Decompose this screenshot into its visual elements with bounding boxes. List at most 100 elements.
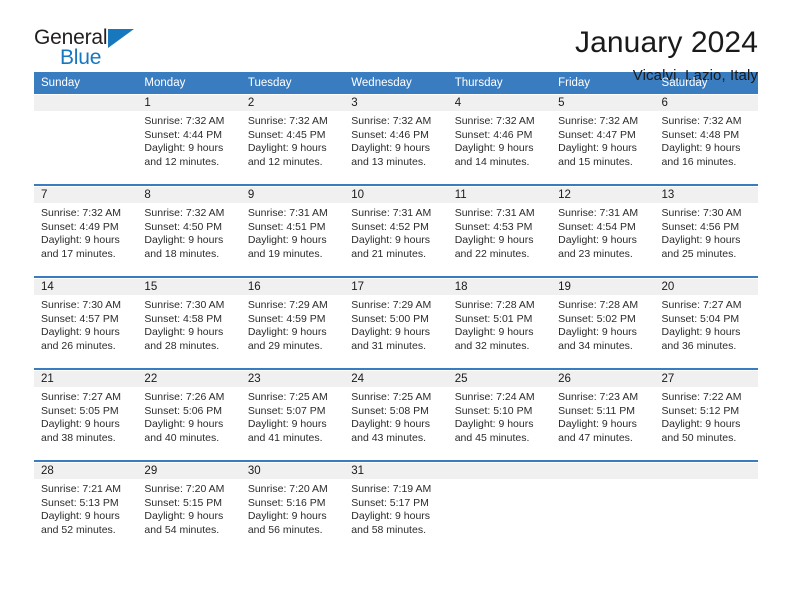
day-cell-inner	[551, 463, 655, 552]
calendar-day-cell[interactable]: 19 Sunrise: 7:28 AM Sunset: 5:02 PM Dayligh…	[551, 278, 655, 368]
calendar-day-cell[interactable]: 3 Sunrise: 7:32 AM Sunset: 4:46 PM Daylight…	[344, 94, 448, 184]
daylight-text: and 16 minutes.	[661, 155, 737, 168]
calendar-day-cell[interactable]: 31 Sunrise: 7:19 AM Sunset: 5:17 PM Dayligh…	[344, 462, 448, 552]
daylight-text: and 54 minutes.	[144, 523, 220, 536]
day-number: 3	[344, 95, 448, 111]
day-number: 16	[240, 279, 345, 295]
daylight-text: and 41 minutes.	[247, 431, 323, 444]
month-calendar: Sunday Monday Tuesday Wednesday Thursday…	[34, 72, 758, 552]
day-details: Sunrise: 7:27 AM Sunset: 5:04 PM Daylight:…	[655, 295, 758, 353]
day-cell-inner: 28 Sunrise: 7:21 AM Sunset: 5:13 PM Dayligh…	[34, 463, 138, 552]
sunrise-text: Sunrise: 7:27 AM	[41, 391, 121, 403]
calendar-day-cell[interactable]: 23 Sunrise: 7:25 AM Sunset: 5:07 PM Dayligh…	[240, 370, 345, 460]
calendar-day-cell[interactable]: 20 Sunrise: 7:27 AM Sunset: 5:04 PM Dayligh…	[654, 278, 758, 368]
day-cell-inner: 2 Sunrise: 7:32 AM Sunset: 4:45 PM Daylight…	[240, 95, 345, 184]
calendar-day-cell[interactable]: 10 Sunrise: 7:31 AM Sunset: 4:52 PM Dayligh…	[344, 186, 448, 276]
calendar-day-cell[interactable]: 11 Sunrise: 7:31 AM Sunset: 4:53 PM Dayligh…	[447, 186, 552, 276]
calendar-day-cell[interactable]: 7 Sunrise: 7:32 AM Sunset: 4:49 PM Daylight…	[34, 186, 138, 276]
calendar-day-cell[interactable]: 28 Sunrise: 7:21 AM Sunset: 5:13 PM Dayligh…	[34, 462, 138, 552]
day-number: 17	[344, 279, 448, 295]
day-details: Sunrise: 7:31 AM Sunset: 4:53 PM Daylight:…	[448, 203, 551, 261]
day-cell-inner: 5 Sunrise: 7:32 AM Sunset: 4:47 PM Daylight…	[551, 95, 655, 184]
sunset-text: Sunset: 4:48 PM	[661, 128, 740, 141]
weekday-header-tuesday: Tuesday	[240, 72, 345, 95]
calendar-day-cell[interactable]: 13 Sunrise: 7:30 AM Sunset: 4:56 PM Dayligh…	[654, 186, 758, 276]
sunrise-text: Sunrise: 7:28 AM	[454, 299, 535, 311]
calendar-week-row: 28 Sunrise: 7:21 AM Sunset: 5:13 PM Dayligh…	[34, 462, 758, 552]
day-details: Sunrise: 7:32 AM Sunset: 4:49 PM Daylight:…	[34, 203, 137, 261]
calendar-day-cell[interactable]: 25 Sunrise: 7:24 AM Sunset: 5:10 PM Dayligh…	[447, 370, 552, 460]
sunset-text: Sunset: 5:07 PM	[247, 404, 326, 417]
calendar-day-cell[interactable]: 15 Sunrise: 7:30 AM Sunset: 4:58 PM Dayligh…	[137, 278, 241, 368]
calendar-day-cell[interactable]: 26 Sunrise: 7:23 AM Sunset: 5:11 PM Dayligh…	[551, 370, 655, 460]
sunset-text: Sunset: 4:58 PM	[144, 312, 223, 325]
sunrise-text: Sunrise: 7:32 AM	[41, 207, 121, 219]
day-number: 31	[344, 463, 448, 479]
day-number: 4	[447, 95, 552, 111]
sunset-text: Sunset: 5:06 PM	[144, 404, 223, 417]
sunrise-text: Sunrise: 7:30 AM	[144, 299, 225, 311]
page-title: January 2024	[574, 26, 758, 59]
sunrise-text: Sunrise: 7:20 AM	[144, 483, 225, 495]
day-number: 12	[551, 187, 655, 203]
daylight-text: and 56 minutes.	[247, 523, 323, 536]
calendar-day-cell[interactable]: 8 Sunrise: 7:32 AM Sunset: 4:50 PM Daylight…	[137, 186, 241, 276]
daylight-text: Daylight: 9 hours	[661, 326, 741, 339]
calendar-day-cell[interactable]: 24 Sunrise: 7:25 AM Sunset: 5:08 PM Dayligh…	[344, 370, 448, 460]
daylight-text: Daylight: 9 hours	[558, 326, 637, 339]
calendar-day-cell[interactable]: 21 Sunrise: 7:27 AM Sunset: 5:05 PM Dayligh…	[34, 370, 138, 460]
day-cell-inner: 1 Sunrise: 7:32 AM Sunset: 4:44 PM Daylight…	[137, 95, 241, 184]
day-details: Sunrise: 7:32 AM Sunset: 4:46 PM Daylight:…	[344, 111, 447, 169]
sunrise-text: Sunrise: 7:32 AM	[454, 115, 535, 127]
daylight-text: and 19 minutes.	[247, 247, 323, 260]
day-cell-inner: 22 Sunrise: 7:26 AM Sunset: 5:06 PM Dayligh…	[137, 371, 241, 460]
calendar-day-cell[interactable]: 14 Sunrise: 7:30 AM Sunset: 4:57 PM Dayligh…	[34, 278, 138, 368]
sunrise-text: Sunrise: 7:25 AM	[247, 391, 328, 403]
day-cell-inner: 27 Sunrise: 7:22 AM Sunset: 5:12 PM Dayligh…	[654, 371, 758, 460]
calendar-day-cell[interactable]: 18 Sunrise: 7:28 AM Sunset: 5:01 PM Dayligh…	[447, 278, 552, 368]
day-cell-inner	[34, 95, 138, 184]
calendar-day-cell[interactable]: 4 Sunrise: 7:32 AM Sunset: 4:46 PM Daylight…	[447, 94, 552, 184]
day-cell-inner: 7 Sunrise: 7:32 AM Sunset: 4:49 PM Daylight…	[34, 187, 138, 276]
day-details: Sunrise: 7:24 AM Sunset: 5:10 PM Daylight:…	[448, 387, 551, 445]
day-number: 21	[34, 371, 138, 387]
calendar-day-cell[interactable]: 30 Sunrise: 7:20 AM Sunset: 5:16 PM Dayligh…	[240, 462, 345, 552]
sunset-text: Sunset: 4:53 PM	[454, 220, 533, 233]
day-details: Sunrise: 7:32 AM Sunset: 4:45 PM Daylight:…	[241, 111, 344, 169]
daylight-text: Daylight: 9 hours	[144, 326, 224, 339]
calendar-day-cell[interactable]: 17 Sunrise: 7:29 AM Sunset: 5:00 PM Dayligh…	[344, 278, 448, 368]
daylight-text: Daylight: 9 hours	[247, 234, 327, 247]
calendar-day-cell[interactable]: 9 Sunrise: 7:31 AM Sunset: 4:51 PM Daylight…	[240, 186, 345, 276]
day-number: 1	[137, 95, 241, 111]
calendar-day-cell[interactable]: 27 Sunrise: 7:22 AM Sunset: 5:12 PM Dayligh…	[654, 370, 758, 460]
day-cell-inner	[654, 463, 758, 552]
calendar-day-cell[interactable]: 16 Sunrise: 7:29 AM Sunset: 4:59 PM Dayligh…	[240, 278, 345, 368]
sunrise-text: Sunrise: 7:28 AM	[558, 299, 639, 311]
sunset-text: Sunset: 4:49 PM	[41, 220, 119, 233]
calendar-day-cell[interactable]: 5 Sunrise: 7:32 AM Sunset: 4:47 PM Daylight…	[551, 94, 655, 184]
day-details: Sunrise: 7:28 AM Sunset: 5:01 PM Daylight:…	[448, 295, 551, 353]
calendar-day-cell[interactable]: 6 Sunrise: 7:32 AM Sunset: 4:48 PM Daylight…	[654, 94, 758, 184]
sunset-text: Sunset: 4:50 PM	[144, 220, 223, 233]
sunrise-text: Sunrise: 7:23 AM	[558, 391, 639, 403]
calendar-day-cell[interactable]: 2 Sunrise: 7:32 AM Sunset: 4:45 PM Daylight…	[240, 94, 345, 184]
day-number: 9	[240, 187, 345, 203]
calendar-day-cell[interactable]: 29 Sunrise: 7:20 AM Sunset: 5:15 PM Dayligh…	[137, 462, 241, 552]
sunset-text: Sunset: 4:44 PM	[144, 128, 223, 141]
calendar-day-cell[interactable]: 12 Sunrise: 7:31 AM Sunset: 4:54 PM Dayligh…	[551, 186, 655, 276]
daylight-text: Daylight: 9 hours	[144, 234, 224, 247]
daylight-text: Daylight: 9 hours	[247, 142, 327, 155]
sunset-text: Sunset: 5:08 PM	[351, 404, 429, 417]
calendar-day-cell[interactable]: 22 Sunrise: 7:26 AM Sunset: 5:06 PM Dayligh…	[137, 370, 241, 460]
sunset-text: Sunset: 5:02 PM	[558, 312, 636, 325]
daylight-text: Daylight: 9 hours	[247, 326, 327, 339]
daylight-text: Daylight: 9 hours	[558, 142, 637, 155]
general-blue-logo[interactable]: General Blue	[34, 26, 154, 80]
day-number: 14	[34, 279, 138, 295]
calendar-day-cell[interactable]: 1 Sunrise: 7:32 AM Sunset: 4:44 PM Daylight…	[137, 94, 241, 184]
day-details: Sunrise: 7:32 AM Sunset: 4:44 PM Daylight:…	[137, 111, 240, 169]
sunrise-text: Sunrise: 7:32 AM	[661, 115, 742, 127]
sunset-text: Sunset: 4:56 PM	[661, 220, 740, 233]
daylight-text: and 29 minutes.	[247, 339, 323, 352]
sunset-text: Sunset: 5:15 PM	[144, 496, 223, 509]
